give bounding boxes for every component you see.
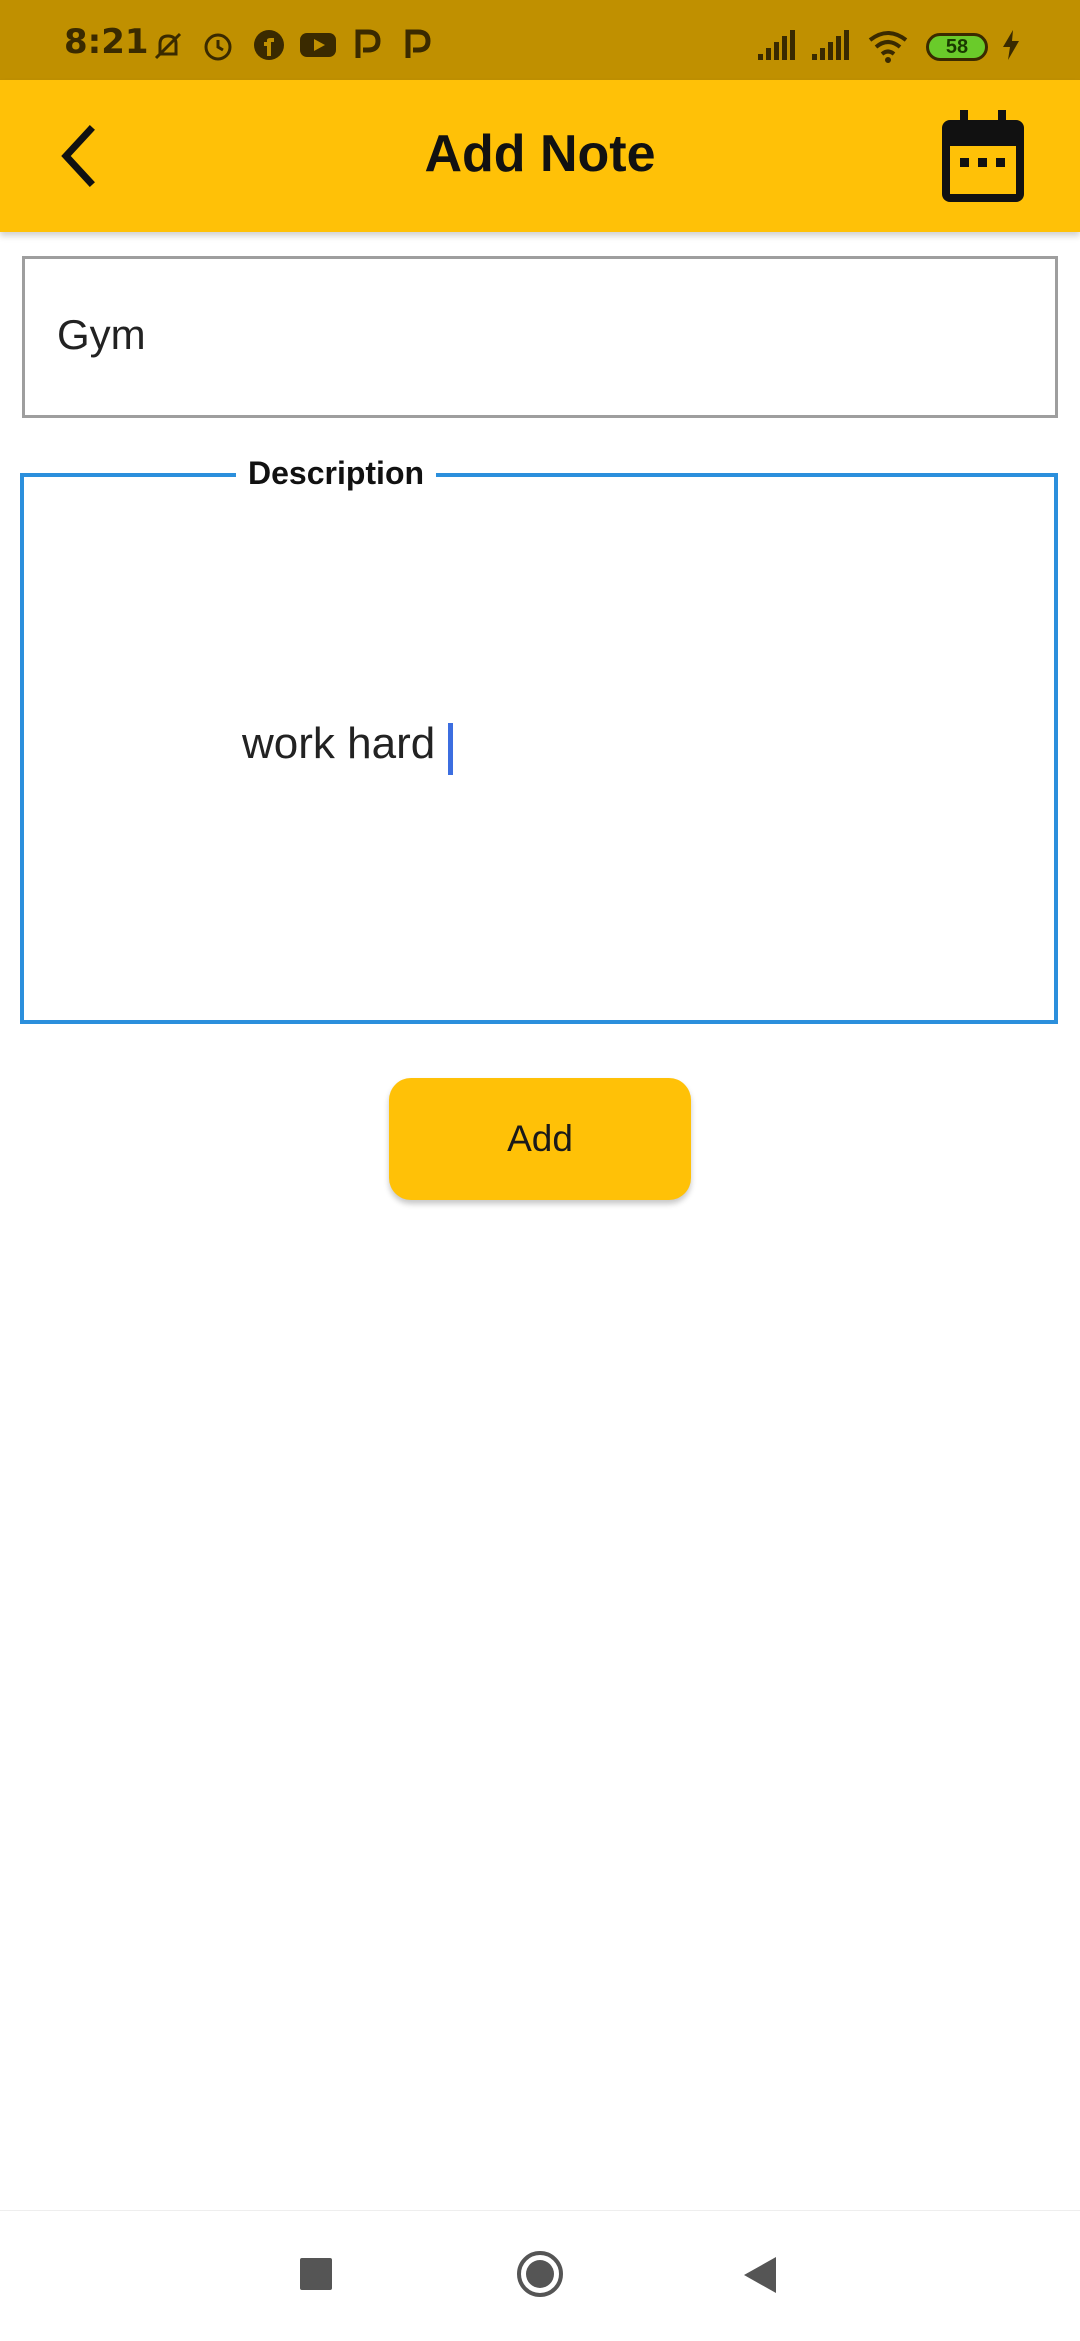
- p-app-icon: [405, 29, 431, 58]
- home-circle-icon[interactable]: [515, 2249, 565, 2299]
- calendar-icon[interactable]: [938, 106, 1028, 206]
- app-bar: Add Note: [0, 80, 1080, 232]
- youtube-icon: [300, 33, 336, 57]
- add-button[interactable]: Add: [389, 1078, 691, 1200]
- signal-icon: [758, 30, 795, 60]
- signal-icon: [812, 30, 849, 60]
- battery-icon: 58: [926, 33, 988, 61]
- alarm-icon: [204, 33, 232, 61]
- status-bar: 8:21 58: [0, 0, 1080, 80]
- charging-icon: [1003, 30, 1019, 60]
- back-triangle-icon[interactable]: [742, 2255, 778, 2295]
- wifi-icon: [868, 31, 908, 63]
- description-input[interactable]: Description work hard: [20, 455, 1058, 1024]
- note-title-value: Gym: [57, 311, 146, 358]
- p-app-icon: [355, 29, 381, 58]
- mute-vibrate-icon: [154, 32, 182, 60]
- note-title-input[interactable]: Gym: [22, 256, 1058, 418]
- facebook-icon: [254, 30, 284, 60]
- text-cursor: [448, 723, 453, 775]
- battery-level: 58: [945, 36, 969, 58]
- recents-square-icon[interactable]: [300, 2258, 332, 2290]
- system-nav-bar: [0, 2210, 1080, 2341]
- status-time: 8:21: [64, 22, 149, 62]
- description-label: Description: [236, 455, 437, 492]
- description-value: work hard: [242, 719, 436, 768]
- page-title: Add Note: [424, 125, 656, 183]
